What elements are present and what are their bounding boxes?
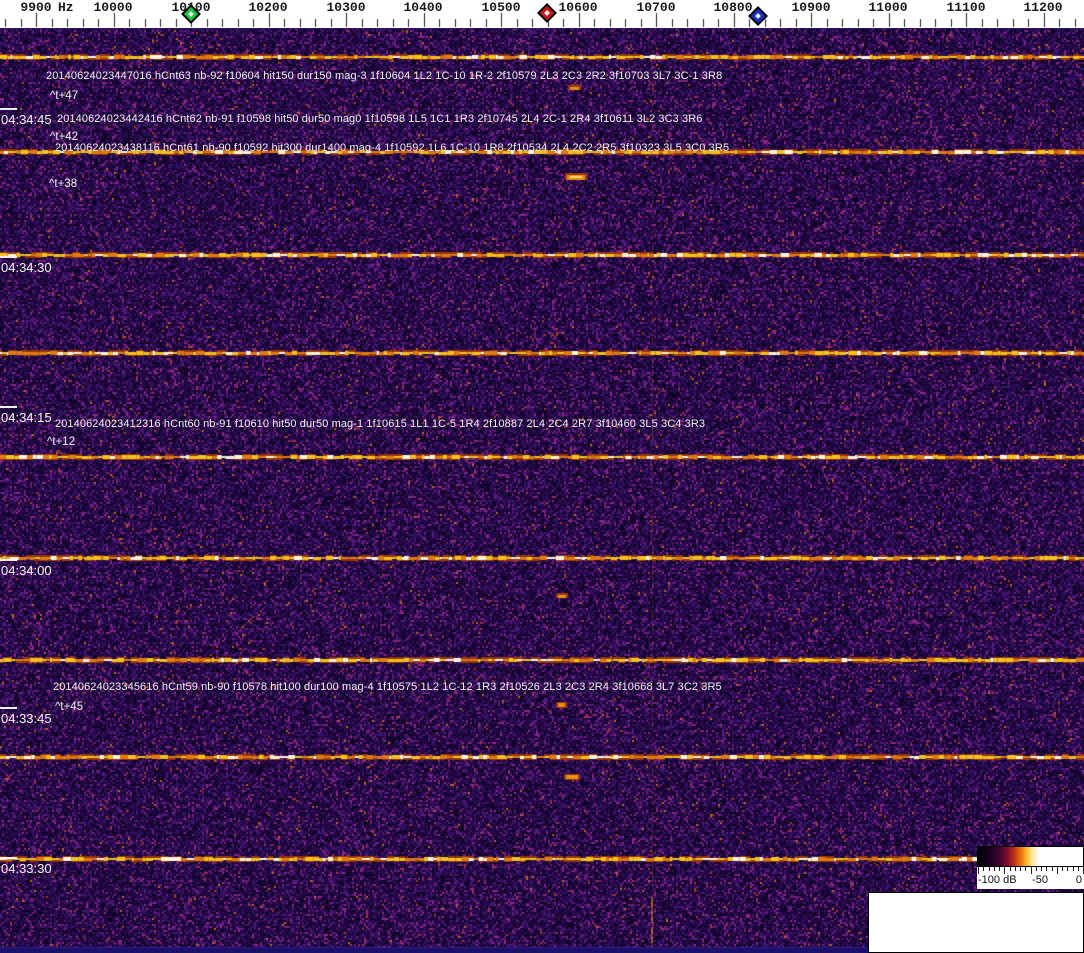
db-tick: [1078, 867, 1079, 871]
db-tick: [1046, 867, 1047, 871]
db-tick: [978, 867, 979, 874]
db-tick: [1025, 867, 1026, 871]
db-tick: [1052, 867, 1053, 871]
freq-axis-label: 10800: [713, 0, 753, 15]
frequency-ruler: Hz 9900100001010010200103001040010500106…: [0, 0, 1084, 28]
freq-axis-label: 10600: [558, 0, 598, 15]
db-tick: [1041, 867, 1042, 871]
db-label-min: -100 dB: [978, 874, 1017, 886]
freq-axis-label: 10300: [326, 0, 366, 15]
db-label-max: 0: [1075, 874, 1082, 886]
db-scale-legend: -100 dB -50 0: [977, 846, 1084, 889]
marker-center-dot: [755, 13, 761, 19]
freq-axis-label: 11100: [946, 0, 986, 15]
db-tick: [999, 867, 1000, 871]
db-scale-labels: -100 dB -50 0: [977, 874, 1084, 888]
meteor-spectrogram-app: Hz 9900100001010010200103001040010500106…: [0, 0, 1084, 953]
db-tick: [1031, 867, 1032, 874]
freq-axis-label: 10700: [636, 0, 676, 15]
observation-info-panel: Date=2014-06-24 Time=02:34 UTC Freq=143 …: [868, 892, 1084, 953]
freq-axis-label: 9900: [20, 0, 52, 15]
db-tick: [1057, 867, 1058, 874]
freq-axis-label: 11200: [1023, 0, 1063, 15]
marker-center-dot: [544, 10, 550, 16]
spectrogram-canvas: [0, 28, 1084, 953]
db-tick: [989, 867, 990, 871]
db-label-mid: -50: [1032, 874, 1048, 886]
db-tick: [1015, 867, 1016, 871]
db-tick: [994, 867, 995, 871]
db-tick: [1010, 867, 1011, 871]
db-tick: [1073, 867, 1074, 871]
db-tick: [983, 867, 984, 871]
db-tick: [1004, 867, 1005, 874]
freq-axis-label: 11000: [868, 0, 908, 15]
freq-axis-label: 10000: [93, 0, 133, 15]
db-tick: [1036, 867, 1037, 871]
freq-axis-label: 10500: [481, 0, 521, 15]
db-tick: [1020, 867, 1021, 871]
db-tick: [1062, 867, 1063, 871]
freq-axis-label: 10400: [403, 0, 443, 15]
marker-center-dot: [188, 11, 194, 17]
freq-axis-unit: Hz: [58, 0, 74, 15]
freq-axis-label: 10200: [248, 0, 288, 15]
freq-axis-label: 10900: [791, 0, 831, 15]
info-date-time: Date=2014-06-24 Time=02:34 UTC: [873, 894, 1083, 952]
db-tick: [1067, 867, 1068, 871]
db-gradient-bar: [977, 846, 1084, 867]
